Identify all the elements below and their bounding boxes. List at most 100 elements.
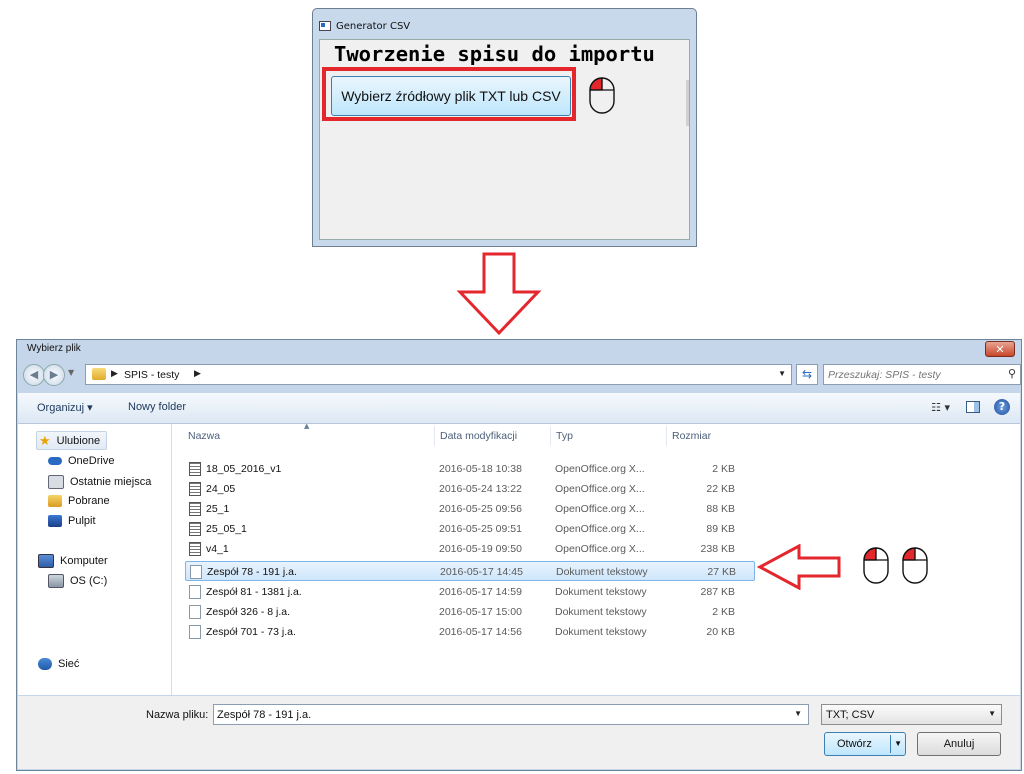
file-name: Zespół 78 - 191 j.a.: [207, 566, 297, 578]
new-folder-button[interactable]: Nowy folder: [128, 401, 186, 413]
file-size: 88 KB: [706, 503, 735, 515]
refresh-icon[interactable]: ⇆: [796, 364, 818, 385]
preview-pane-icon[interactable]: [966, 401, 980, 413]
file-row[interactable]: Zespół 78 - 191 j.a. 2016-05-17 14:45 Doku…: [185, 561, 755, 581]
sidebar-item-recent-places[interactable]: Ostatnie miejsca: [48, 475, 151, 489]
navigation-bar: ◀ ▶ ▼ ▶ SPIS - testy ▶ ▼ ⇆ ⚲: [21, 363, 1021, 387]
file-type: Dokument tekstowy: [555, 586, 647, 598]
column-header-date[interactable]: Data modyfikacji: [440, 430, 517, 442]
file-date: 2016-05-17 14:59: [439, 586, 522, 598]
dialog-title: Wybierz plik: [27, 343, 81, 354]
column-divider[interactable]: [550, 426, 551, 446]
text-file-icon: [189, 585, 201, 599]
file-list: Nazwa ▲ Data modyfikacji Typ Rozmiar 18_…: [172, 422, 1020, 695]
search-box[interactable]: ⚲: [823, 364, 1021, 385]
sidebar-item-onedrive[interactable]: OneDrive: [48, 455, 114, 467]
breadcrumb-separator-icon[interactable]: ▶: [111, 368, 118, 379]
desktop-icon: [48, 515, 62, 527]
file-size: 20 KB: [706, 626, 735, 638]
filetype-select[interactable]: TXT; CSV ▼: [821, 704, 1002, 725]
generator-client-area: Tworzenie spisu do importu Wybierz źródł…: [319, 39, 690, 240]
sidebar-item-favorites[interactable]: ★ Ulubione: [36, 431, 108, 450]
search-icon[interactable]: ⚲: [1008, 367, 1016, 380]
generator-window: Generator CSV Tworzenie spisu do importu…: [312, 8, 697, 247]
spreadsheet-file-icon: [189, 502, 201, 516]
chevron-down-icon[interactable]: ▼: [794, 709, 802, 718]
open-button[interactable]: Otwórz ▼: [824, 732, 906, 756]
spreadsheet-file-icon: [189, 482, 201, 496]
sidebar-item-desktop[interactable]: Pulpit: [48, 515, 96, 527]
file-row[interactable]: 25_05_1 2016-05-25 09:51 OpenOffice.org X.…: [185, 519, 755, 539]
generator-scrollbar[interactable]: [686, 80, 689, 126]
file-size: 27 KB: [707, 566, 736, 578]
file-row[interactable]: 25_1 2016-05-25 09:56 OpenOffice.org X... 8…: [185, 499, 755, 519]
app-icon: [319, 21, 331, 31]
help-icon[interactable]: ?: [994, 399, 1010, 415]
file-name: 18_05_2016_v1: [206, 463, 282, 475]
text-file-icon: [190, 565, 202, 579]
generator-window-title: Generator CSV: [336, 20, 411, 32]
sort-ascending-icon: ▲: [304, 422, 310, 430]
sidebar-item-label: Pulpit: [68, 515, 96, 527]
file-row[interactable]: Zespół 326 - 8 j.a. 2016-05-17 15:00 Dokum…: [185, 602, 755, 622]
generator-heading: Tworzenie spisu do importu: [334, 42, 655, 66]
file-date: 2016-05-24 13:22: [439, 483, 522, 495]
mouse-double-click-icon: [862, 546, 890, 584]
file-row[interactable]: Zespół 701 - 73 j.a. 2016-05-17 14:56 Doku…: [185, 622, 755, 642]
back-button[interactable]: ◀: [23, 364, 45, 386]
sidebar-item-downloads[interactable]: Pobrane: [48, 495, 110, 507]
choose-source-file-button[interactable]: Wybierz źródłowy plik TXT lub CSV: [331, 76, 571, 116]
file-type: OpenOffice.org X...: [555, 463, 645, 475]
file-type: OpenOffice.org X...: [555, 523, 645, 535]
dialog-footer: Nazwa pliku: ▼ TXT; CSV ▼ Otwórz ▼ Anulu…: [18, 696, 1020, 769]
search-input[interactable]: [828, 366, 993, 383]
close-button[interactable]: ✕: [985, 341, 1015, 357]
file-type: OpenOffice.org X...: [555, 503, 645, 515]
change-view-icon[interactable]: ☷ ▾: [931, 401, 950, 414]
file-date: 2016-05-19 09:50: [439, 543, 522, 555]
mouse-double-click-icon: [901, 546, 929, 584]
file-size: 287 KB: [700, 586, 735, 598]
breadcrumb-item[interactable]: SPIS - testy: [124, 369, 179, 381]
sidebar-item-label: Ulubione: [56, 434, 101, 447]
text-file-icon: [189, 625, 201, 639]
address-dropdown-icon[interactable]: ▼: [778, 369, 786, 378]
organize-button[interactable]: Organizuj ▾: [37, 401, 93, 414]
file-row[interactable]: 18_05_2016_v1 2016-05-18 10:38 OpenOffice.…: [185, 459, 755, 479]
file-date: 2016-05-17 14:56: [439, 626, 522, 638]
file-row[interactable]: 24_05 2016-05-24 13:22 OpenOffice.org X...…: [185, 479, 755, 499]
mouse-left-click-icon: [588, 76, 616, 114]
file-name: Zespół 81 - 1381 j.a.: [206, 586, 302, 598]
cloud-icon: [48, 457, 62, 465]
column-divider[interactable]: [434, 426, 435, 446]
file-size: 22 KB: [706, 483, 735, 495]
spreadsheet-file-icon: [189, 462, 201, 476]
file-date: 2016-05-18 10:38: [439, 463, 522, 475]
sidebar-item-drive-c[interactable]: OS (C:): [48, 574, 107, 588]
file-type: OpenOffice.org X...: [555, 543, 645, 555]
chevron-down-icon[interactable]: ▼: [894, 739, 902, 748]
history-dropdown-icon[interactable]: ▼: [68, 368, 74, 377]
forward-button[interactable]: ▶: [43, 364, 65, 386]
column-header-size[interactable]: Rozmiar: [672, 430, 711, 442]
column-header-type[interactable]: Typ: [556, 430, 573, 442]
file-row[interactable]: Zespół 81 - 1381 j.a. 2016-05-17 14:59 Dok…: [185, 582, 755, 602]
address-bar[interactable]: ▶ SPIS - testy ▶ ▼: [85, 364, 792, 385]
breadcrumb-separator-icon[interactable]: ▶: [194, 368, 201, 379]
command-bar: Organizuj ▾ Nowy folder ☷ ▾ ?: [18, 393, 1020, 424]
file-size: 238 KB: [700, 543, 735, 555]
folder-icon: [92, 368, 106, 380]
down-arrow-icon: [456, 252, 542, 340]
column-divider[interactable]: [666, 426, 667, 446]
filename-combobox[interactable]: ▼: [213, 704, 809, 725]
chevron-down-icon[interactable]: ▼: [988, 709, 996, 718]
sidebar-item-network[interactable]: Sieć: [38, 658, 79, 670]
filename-input[interactable]: [217, 706, 777, 723]
sidebar-item-computer[interactable]: Komputer: [38, 554, 108, 568]
column-header-name[interactable]: Nazwa: [188, 430, 220, 442]
file-name: v4_1: [206, 543, 229, 555]
spreadsheet-file-icon: [189, 542, 201, 556]
cancel-button[interactable]: Anuluj: [917, 732, 1001, 756]
file-type: Dokument tekstowy: [555, 626, 647, 638]
file-row[interactable]: v4_1 2016-05-19 09:50 OpenOffice.org X... 2…: [185, 539, 755, 559]
